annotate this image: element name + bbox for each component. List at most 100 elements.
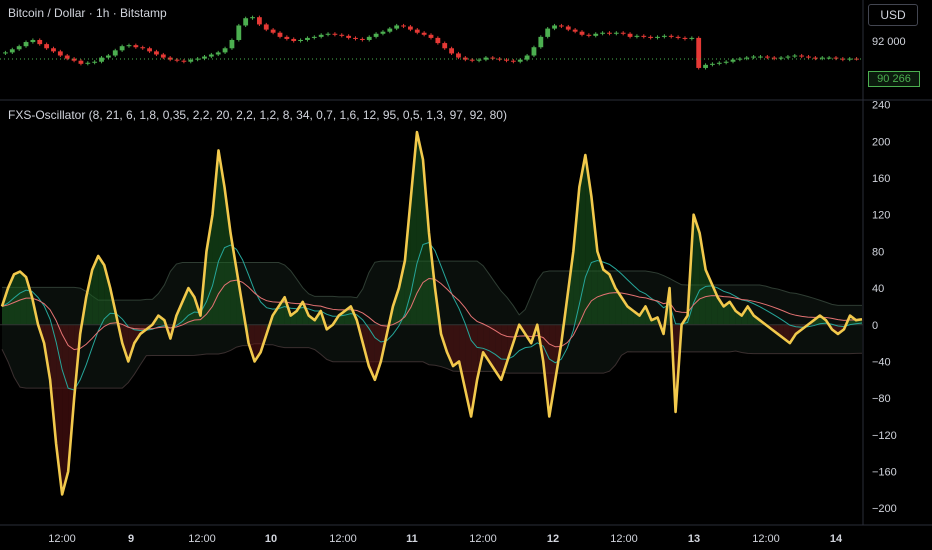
candle-body [799,55,805,57]
candle-body [442,43,448,49]
price-axis-tick: 92 000 [872,36,906,48]
candle-body [456,53,461,58]
candle-body [565,26,571,30]
candle-body [181,60,187,62]
candle-body [634,35,640,37]
candle-body [250,17,255,19]
candle-body [449,48,454,54]
candle-body [284,36,290,39]
candle-body [112,50,118,56]
candle-body [359,38,365,40]
candle-body [613,32,619,34]
indicator-title[interactable]: FXS-Oscillator (8, 21, 6, 1,8, 0,35, 2,2… [8,108,507,122]
candle-body [366,36,372,40]
candle-body [37,39,43,45]
oscillator-fill [453,324,460,367]
candle-body [44,44,50,49]
candle-body [531,47,537,56]
oscillator-axis-tick: 80 [872,246,884,258]
candle-body [339,34,345,36]
candle-body [538,36,544,48]
oscillator-axis-tick: 200 [872,136,890,148]
candle-body [620,32,626,34]
candle-body [819,57,825,59]
candle-body [497,58,503,60]
time-axis-tick: 12:00 [610,533,638,545]
candle-body [263,24,269,30]
candle-body [716,62,722,64]
candle-body [703,64,708,68]
candle-body [648,36,654,38]
candle-body [421,32,427,35]
candle-body [593,33,599,36]
last-price-tag: 90 266 [868,71,920,87]
candle-body [92,61,98,63]
candle-body [826,57,832,59]
oscillator-axis-tick: 0 [872,320,878,332]
candle-body [325,33,331,35]
candle-body [517,59,523,62]
candle-body [641,35,647,37]
candle-body [764,56,770,58]
candle-body [353,37,358,39]
oscillator-axis-tick: 240 [872,100,890,112]
candle-body [806,56,811,58]
time-axis-tick: 10 [265,533,277,545]
candle-body [668,35,674,37]
candle-body [579,31,585,35]
candle-body [771,57,777,59]
candle-body [99,57,104,62]
currency-button[interactable]: USD [868,4,918,26]
candle-body [229,39,235,49]
oscillator-fill [603,269,610,325]
price-candles [0,15,863,70]
candle-body [270,29,276,33]
time-axis-tick: 12:00 [188,533,216,545]
candle-body [174,59,180,61]
candle-body [311,36,317,38]
candle-body [256,17,262,25]
candle-body [305,37,310,40]
x-axis[interactable]: 12:00 9 12:00 10 12:00 11 12:00 12 12:00 13 12:00 1… [48,533,843,545]
candle-body [675,36,681,38]
candle-body [140,47,146,49]
candle-body [408,26,413,30]
candle-body [751,56,757,58]
candle-body [655,36,660,38]
candle-body [504,59,509,61]
candle-body [696,37,702,68]
candle-body [469,59,475,61]
candle-body [160,54,166,58]
candle-body [710,63,715,65]
oscillator-axis-tick: −200 [872,503,897,515]
y-axis[interactable]: 92 000 240 200 160 120 80 40 0 −40 −80 −120 −160 −20… [872,36,906,515]
candle-body [490,57,496,59]
symbol-title[interactable]: Bitcoin / Dollar · 1h · Bitstamp [8,6,167,20]
candle-body [559,25,564,27]
candle-body [64,55,70,59]
candle-body [147,48,152,52]
time-axis-tick: 12:00 [48,533,76,545]
time-axis-tick: 9 [128,533,134,545]
candle-body [16,46,22,50]
candle-body [23,42,29,47]
candle-body [414,29,420,33]
candle-body [9,49,15,53]
time-axis-tick: 12:00 [752,533,780,545]
candle-body [105,55,111,58]
candle-body [30,39,36,43]
candle-body [723,61,729,63]
time-axis-tick: 12:00 [329,533,357,545]
candle-body [462,57,468,60]
candle-body [222,48,228,53]
candle-body [277,32,283,37]
oscillator-fill [14,271,21,325]
candle-body [428,34,434,38]
candle-body [833,57,839,59]
candle-body [332,33,338,35]
candle-body [154,51,159,55]
candle-body [133,45,139,48]
candle-body [291,38,297,42]
candle-body [600,32,606,34]
candle-body [661,35,667,37]
